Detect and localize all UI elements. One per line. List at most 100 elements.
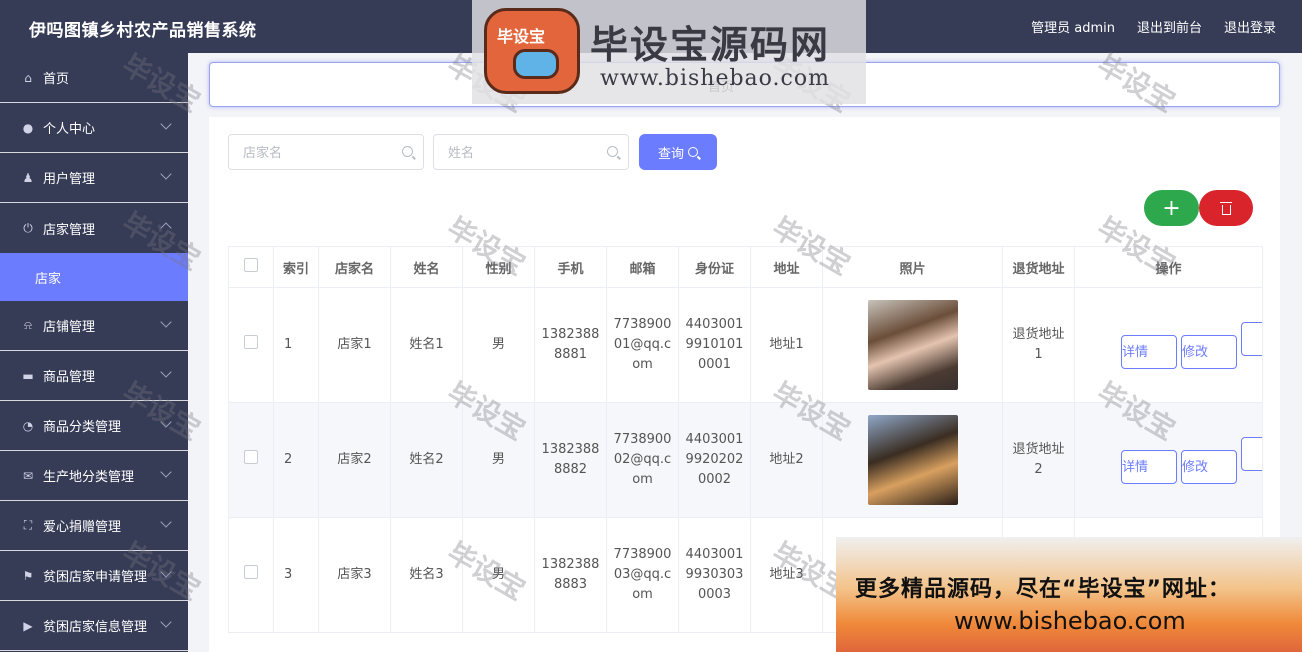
plus-icon: + [1162, 195, 1181, 221]
column-header: 操作 [1074, 246, 1263, 288]
email-cell: 773890003@qq.com [606, 517, 679, 633]
sidebar-item-label: 生产地分类管理 [43, 470, 135, 485]
user-icon: ● [22, 120, 34, 135]
name-cell: 姓名1 [390, 287, 463, 403]
front-link[interactable]: 退出到前台 [1137, 17, 1202, 36]
sidebar-item-profile[interactable]: ● 个人中心 [0, 103, 188, 153]
table-header-row: 索引 店家名 姓名 性别 手机 邮箱 身份证 地址 照片 退货地址 操作 [228, 246, 1263, 288]
email-cell: 773890001@qq.com [606, 287, 679, 403]
address-cell: 地址1 [750, 287, 823, 403]
index-cell: 1 [273, 287, 319, 403]
sidebar-item-donations[interactable]: ⛶ 爱心捐赠管理 [0, 501, 188, 551]
sidebar-item-products[interactable]: ▬ 商品管理 [0, 351, 188, 401]
sidebar-subitem-shop-owner[interactable]: 店家 [0, 253, 188, 301]
address-cell: 地址2 [750, 402, 823, 518]
id-card-cell: 440300199202020002 [678, 402, 751, 518]
email-cell: 773890002@qq.com [606, 402, 679, 518]
row-checkbox[interactable] [244, 334, 258, 349]
name-input[interactable] [446, 135, 610, 171]
id-card-cell: 440300199303030003 [678, 517, 751, 633]
phone-cell: 13823888881 [534, 287, 607, 403]
select-all-cell[interactable] [228, 246, 274, 288]
chevron-down-icon [160, 466, 172, 478]
row-checkbox[interactable] [244, 564, 258, 579]
chevron-down-icon [160, 366, 172, 378]
logo-title: 毕设宝源码网 [590, 23, 831, 67]
logo-face-icon [513, 49, 559, 79]
query-label: 查询 [657, 146, 684, 162]
sidebar-item-label: 贫困店家信息管理 [43, 620, 148, 635]
photo-cell [822, 287, 1003, 403]
chevron-down-icon [160, 316, 172, 328]
shop-cell: 店家1 [318, 287, 391, 403]
sidebar-item-users[interactable]: ♟ 用户管理 [0, 153, 188, 203]
delete-row-button[interactable] [1241, 321, 1262, 356]
chevron-down-icon [160, 416, 172, 428]
detail-button[interactable]: 详情 [1121, 449, 1177, 484]
column-header: 照片 [822, 246, 1003, 288]
avatar [867, 300, 958, 390]
sidebar-item-product-categories[interactable]: ◔ 商品分类管理 [0, 401, 188, 451]
row-checkbox[interactable] [244, 449, 258, 464]
flag-icon: ⚑ [22, 568, 34, 583]
sidebar-item-origin-categories[interactable]: ✉ 生产地分类管理 [0, 451, 188, 501]
chat-icon: ▬ [22, 368, 34, 383]
edit-button[interactable]: 修改 [1181, 449, 1237, 484]
sidebar-item-poor-shop-info[interactable]: ▶ 贫困店家信息管理 [0, 601, 188, 651]
mail-icon: ✉ [22, 468, 34, 483]
phone-cell: 13823888883 [534, 517, 607, 633]
sidebar-item-label: 贫困店家申请管理 [43, 570, 148, 585]
column-header: 姓名 [390, 246, 463, 288]
operations-cell: 详情 修改 [1074, 402, 1263, 518]
shop-cell: 店家2 [318, 402, 391, 518]
trash-icon [1219, 201, 1232, 215]
edit-button[interactable]: 修改 [1181, 334, 1237, 369]
chevron-down-icon [160, 516, 172, 528]
column-header: 地址 [750, 246, 823, 288]
search-icon [402, 146, 413, 157]
sidebar-item-label: 店家管理 [43, 222, 96, 238]
sidebar-item-stores[interactable]: ⍾ 店铺管理 [0, 301, 188, 351]
shop-name-search-field[interactable] [228, 134, 424, 171]
gender-cell: 男 [462, 287, 535, 403]
film-icon: ▶ [23, 618, 33, 633]
index-cell: 3 [273, 517, 319, 633]
gender-cell: 男 [462, 402, 535, 518]
delete-row-button[interactable] [1241, 436, 1262, 471]
chevron-down-icon [160, 616, 172, 628]
sidebar-item-poor-shop-applications[interactable]: ⚑ 贫困店家申请管理 [0, 551, 188, 601]
select-all-checkbox[interactable] [244, 258, 258, 272]
sidebar-item-home[interactable]: ⌂ 首页 [0, 53, 188, 103]
logo-watermark: 毕设宝 毕设宝源码网 www.bishebao.com [472, 0, 866, 104]
logout-link[interactable]: 退出登录 [1224, 17, 1276, 36]
admin-label: 管理员 admin [1031, 21, 1115, 36]
column-header: 邮箱 [606, 246, 679, 288]
id-card-cell: 440300199101010001 [678, 287, 751, 403]
address-cell: 地址3 [750, 517, 823, 633]
sidebar-item-label: 用户管理 [43, 172, 96, 187]
detail-button[interactable]: 详情 [1121, 334, 1177, 369]
promo-banner: 更多精品源码，尽在“毕设宝”网址： www.bishebao.com [836, 537, 1302, 652]
logo-badge: 毕设宝 [484, 8, 580, 94]
sidebar-item-label: 店家 [35, 271, 62, 287]
sidebar: ⌂ 首页 ● 个人中心 ♟ 用户管理 ⏻ 店家管理 店家 ⍾ 店铺管理 ▬ 商品… [0, 53, 188, 652]
delete-button[interactable] [1199, 190, 1253, 226]
index-cell: 2 [273, 402, 319, 518]
shop-name-input[interactable] [241, 135, 405, 171]
add-button[interactable]: + [1144, 190, 1199, 226]
name-search-field[interactable] [433, 134, 629, 171]
shop-cell: 店家3 [318, 517, 391, 633]
column-header: 性别 [462, 246, 535, 288]
chevron-down-icon [160, 168, 172, 180]
chevron-down-icon [160, 118, 172, 130]
column-header: 索引 [273, 246, 319, 288]
sidebar-item-shop-owners[interactable]: ⏻ 店家管理 [0, 203, 188, 253]
chevron-up-icon [160, 222, 172, 234]
logo-url: www.bishebao.com [600, 66, 830, 91]
gender-cell: 男 [462, 517, 535, 633]
query-button[interactable]: 查询 [639, 134, 717, 170]
avatar [867, 415, 958, 505]
bell-off-icon: ⍾ [24, 318, 32, 332]
promo-line1: 更多精品源码，尽在“毕设宝”网址： [855, 577, 1231, 602]
logo-badge-text: 毕设宝 [497, 27, 546, 46]
